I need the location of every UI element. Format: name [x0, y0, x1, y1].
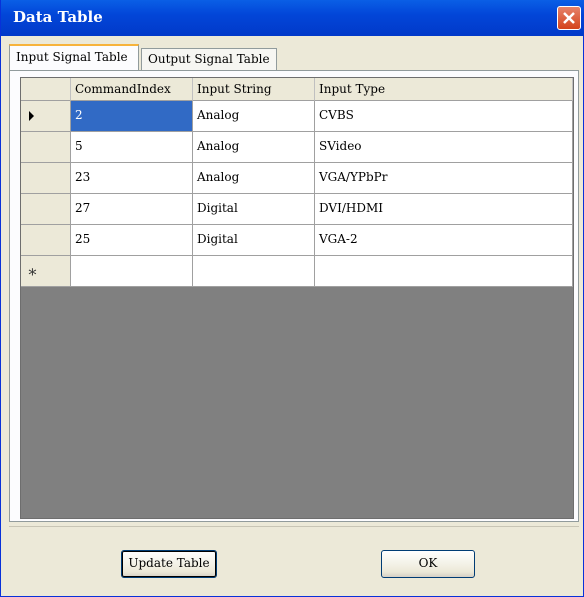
title-bar[interactable]: Data Table: [1, 0, 584, 36]
divider: [9, 526, 579, 527]
current-row-indicator-icon: [29, 111, 34, 121]
row-header[interactable]: [21, 163, 71, 194]
table-row[interactable]: 27 Digital DVI/HDMI: [21, 194, 573, 225]
tab-panel: CommandIndex Input String Input Type 2 A…: [9, 70, 579, 522]
cell-command-index[interactable]: 5: [71, 132, 193, 163]
cell-input-type[interactable]: VGA-2: [315, 225, 573, 256]
row-header[interactable]: ∗: [21, 256, 71, 287]
data-table-window: Data Table Input Signal Table Output Sig…: [0, 0, 584, 597]
close-button[interactable]: [557, 6, 581, 30]
table-row[interactable]: 5 Analog SVideo: [21, 132, 573, 163]
new-row-icon: ∗: [27, 262, 38, 281]
data-grid[interactable]: CommandIndex Input String Input Type 2 A…: [20, 77, 574, 519]
row-header[interactable]: [21, 101, 71, 132]
column-header-input-type[interactable]: Input Type: [315, 78, 573, 101]
new-row[interactable]: ∗: [21, 256, 573, 287]
close-icon: [563, 12, 575, 24]
cell-command-index[interactable]: 2: [71, 101, 193, 132]
table-row[interactable]: 23 Analog VGA/YPbPr: [21, 163, 573, 194]
column-header-commandindex[interactable]: CommandIndex: [71, 78, 193, 101]
row-header[interactable]: [21, 225, 71, 256]
cell-input-type[interactable]: [315, 256, 573, 287]
tab-input-signal-table[interactable]: Input Signal Table: [9, 44, 139, 70]
cell-input-string[interactable]: Analog: [193, 132, 315, 163]
cell-input-string[interactable]: Analog: [193, 101, 315, 132]
cell-command-index[interactable]: 25: [71, 225, 193, 256]
cell-input-string[interactable]: Analog: [193, 163, 315, 194]
row-header[interactable]: [21, 132, 71, 163]
cell-input-type[interactable]: DVI/HDMI: [315, 194, 573, 225]
row-header[interactable]: [21, 194, 71, 225]
table-row[interactable]: 25 Digital VGA-2: [21, 225, 573, 256]
window-title: Data Table: [13, 8, 103, 26]
cell-input-string[interactable]: Digital: [193, 194, 315, 225]
cell-input-type[interactable]: SVideo: [315, 132, 573, 163]
ok-button[interactable]: OK: [381, 550, 475, 578]
update-table-button[interactable]: Update Table: [121, 550, 217, 578]
column-header-input-string[interactable]: Input String: [193, 78, 315, 101]
cell-command-index[interactable]: [71, 256, 193, 287]
cell-command-index[interactable]: 23: [71, 163, 193, 194]
cell-input-type[interactable]: CVBS: [315, 101, 573, 132]
cell-input-string[interactable]: Digital: [193, 225, 315, 256]
table-row[interactable]: 2 Analog CVBS: [21, 101, 573, 132]
cell-input-string[interactable]: [193, 256, 315, 287]
cell-input-type[interactable]: VGA/YPbPr: [315, 163, 573, 194]
cell-command-index[interactable]: 27: [71, 194, 193, 225]
header-corner[interactable]: [21, 78, 71, 101]
tab-output-signal-table[interactable]: Output Signal Table: [141, 48, 277, 70]
